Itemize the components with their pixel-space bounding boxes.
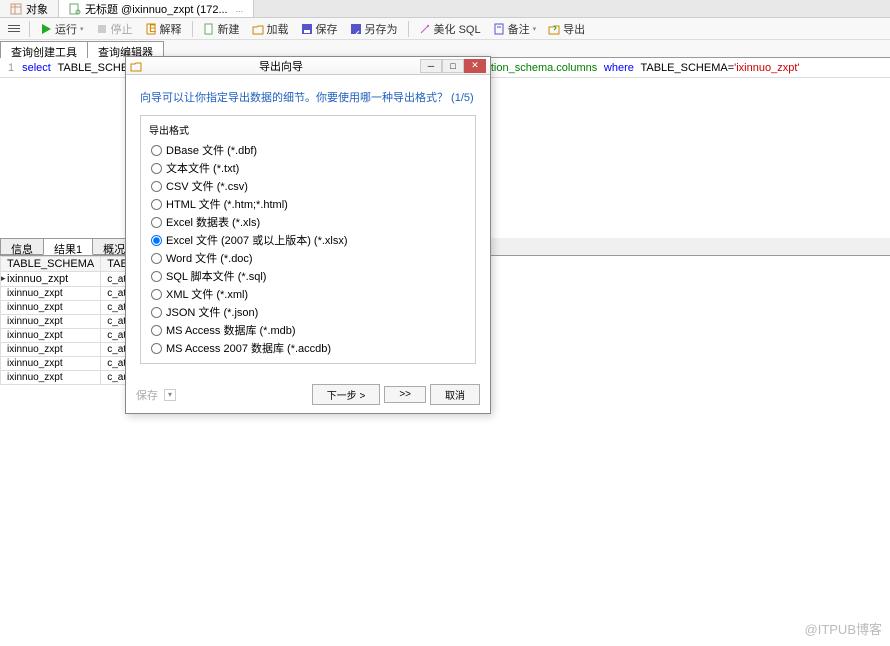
export-button[interactable]: 导出 [543,19,590,39]
chevron-down-icon: ▾ [164,389,176,401]
save-profile-dropdown[interactable]: 保存 ▾ [136,387,176,403]
beautify-button[interactable]: 美化 SQL [414,19,486,39]
save-button[interactable]: 保存 [296,19,343,39]
tab-label: 对象 [26,1,48,17]
wand-icon [419,23,431,35]
divider [29,21,30,37]
wizard-icon [130,60,142,72]
export-wizard-dialog: 导出向导 ─ □ ✕ 向导可以让你指定导出数据的细节。你要使用哪一种导出格式？ … [125,56,491,414]
tab-label: 无标题 @ixinnuo_zxpt (172... [85,1,228,17]
maximize-button[interactable]: □ [442,59,464,73]
close-button[interactable]: ✕ [464,59,486,73]
cancel-button[interactable]: 取消 [430,384,480,405]
option-xml[interactable]: XML 文件 (*.xml) [141,285,475,303]
divider [192,21,193,37]
save-icon [301,23,313,35]
option-dbf[interactable]: DBase 文件 (*.dbf) [141,141,475,159]
play-icon [40,23,52,35]
tab-query[interactable]: 无标题 @ixinnuo_zxpt (172... ... [59,0,254,17]
dialog-titlebar[interactable]: 导出向导 ─ □ ✕ [126,57,490,75]
new-icon [203,23,215,35]
svg-text:E: E [149,23,156,35]
load-icon [252,23,264,35]
table-icon [10,3,22,15]
option-txt[interactable]: 文本文件 (*.txt) [141,159,475,177]
option-doc[interactable]: Word 文件 (*.doc) [141,249,475,267]
query-icon [69,3,81,15]
load-button[interactable]: 加载 [247,19,294,39]
notes-icon [493,23,505,35]
stop-icon [96,23,108,35]
tab-objects[interactable]: 对象 [0,0,59,17]
export-format-group: 导出格式 DBase 文件 (*.dbf) 文本文件 (*.txt) CSV 文… [140,115,476,364]
close-icon[interactable]: ... [236,4,244,14]
save-as-button[interactable]: 另存为 [345,19,403,39]
option-accdb[interactable]: MS Access 2007 数据库 (*.accdb) [141,339,475,357]
divider [408,21,409,37]
wizard-prompt: 向导可以让你指定导出数据的细节。你要使用哪一种导出格式？ (1/5) [126,75,490,115]
save-as-icon [350,23,362,35]
minimize-button[interactable]: ─ [420,59,442,73]
explain-button[interactable]: E解释 [140,19,187,39]
dialog-footer: 保存 ▾ 下一步 > >> 取消 [126,378,490,413]
option-xls[interactable]: Excel 数据表 (*.xls) [141,213,475,231]
col-header[interactable]: TABLE_SCHEMA [1,257,101,272]
notes-button[interactable]: 备注▾ [488,19,542,39]
option-mdb[interactable]: MS Access 数据库 (*.mdb) [141,321,475,339]
toolbar: 运行▾ 停止 E解释 新建 加载 保存 另存为 美化 SQL 备注▾ 导出 [0,18,890,40]
new-button[interactable]: 新建 [198,19,245,39]
stop-button[interactable]: 停止 [91,19,138,39]
next-button[interactable]: 下一步 > [312,384,381,405]
tab-query-builder[interactable]: 查询创建工具 [0,41,88,58]
explain-icon: E [145,23,157,35]
skip-button[interactable]: >> [384,386,426,403]
option-json[interactable]: JSON 文件 (*.json) [141,303,475,321]
tab-result1[interactable]: 结果1 [43,238,93,255]
option-sql[interactable]: SQL 脚本文件 (*.sql) [141,267,475,285]
hamburger-menu-button[interactable] [4,20,24,38]
export-icon [548,23,560,35]
group-label: 导出格式 [141,118,475,141]
option-csv[interactable]: CSV 文件 (*.csv) [141,177,475,195]
window-tabs: 对象 无标题 @ixinnuo_zxpt (172... ... [0,0,890,18]
run-button[interactable]: 运行▾ [35,19,89,39]
option-xlsx[interactable]: Excel 文件 (2007 或以上版本) (*.xlsx) [141,231,475,249]
dialog-title: 导出向导 [142,58,420,74]
option-html[interactable]: HTML 文件 (*.htm;*.html) [141,195,475,213]
tab-info[interactable]: 信息 [0,238,44,255]
watermark: @ITPUB博客 [805,619,882,638]
